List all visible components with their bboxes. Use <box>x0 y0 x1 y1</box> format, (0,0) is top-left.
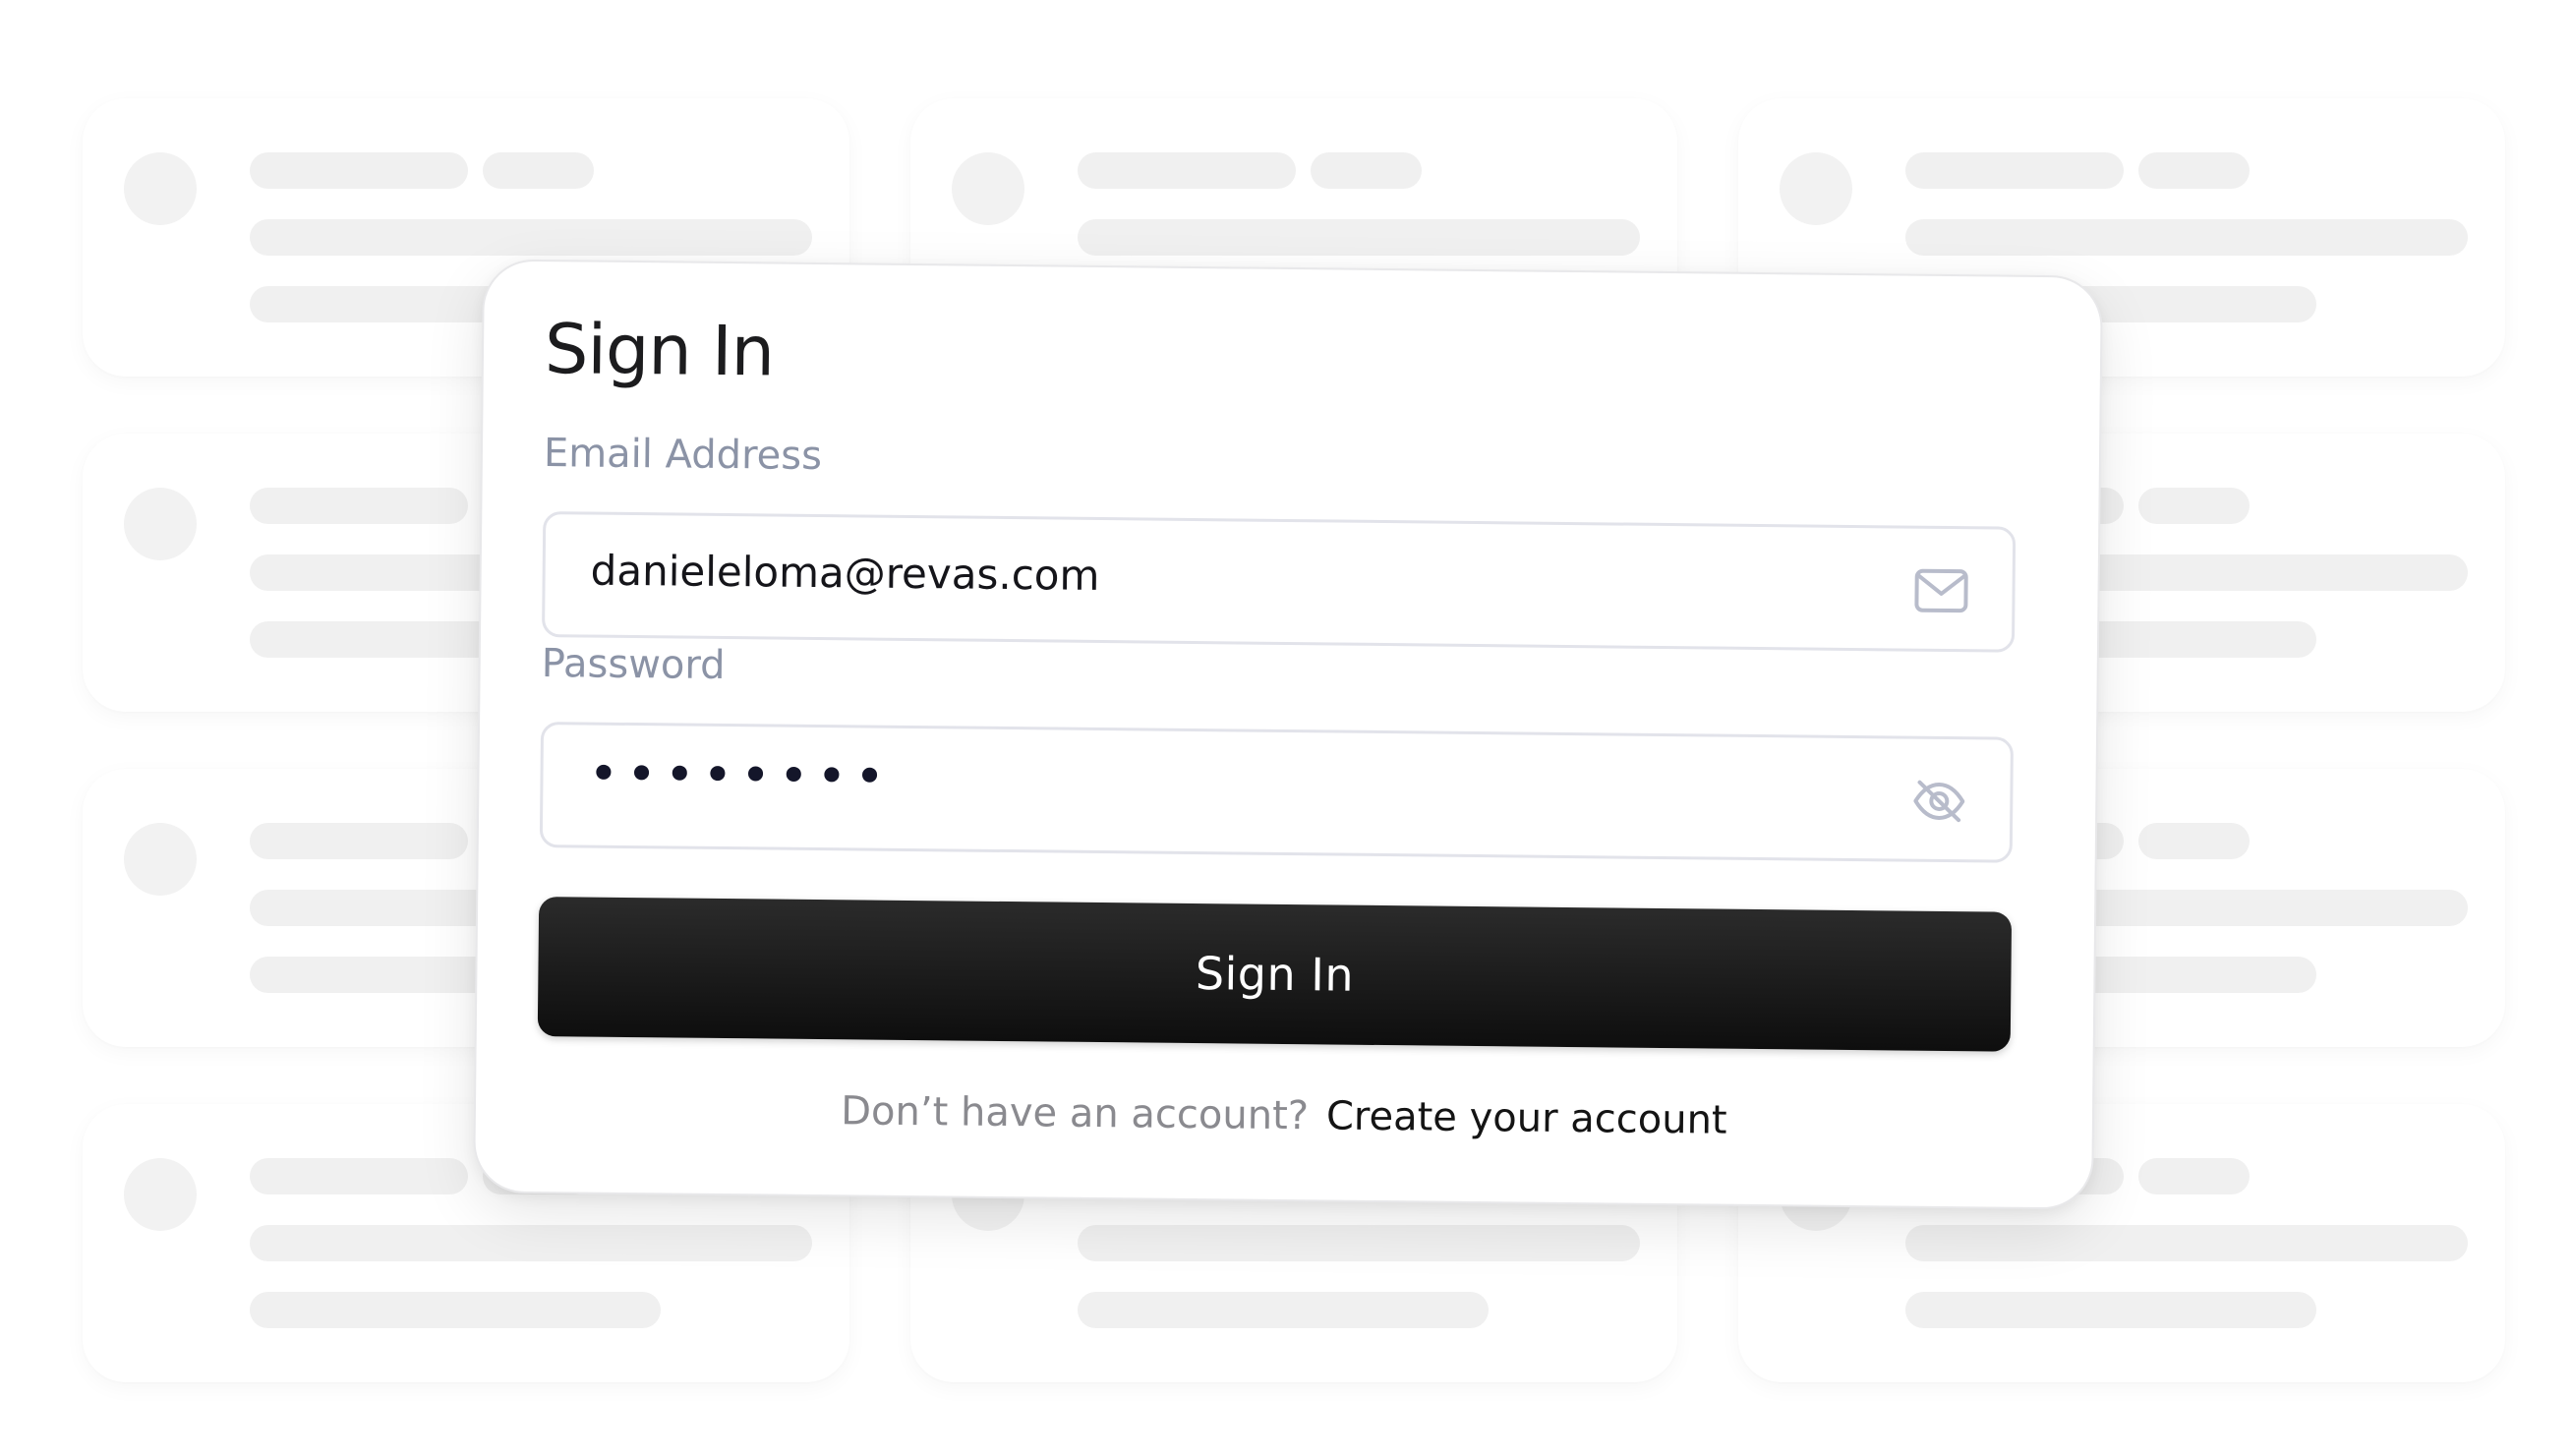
email-field[interactable]: danieleloma@revas.com <box>541 511 2017 653</box>
password-label: Password <box>541 641 726 689</box>
page: Sign In Email Address danieleloma@revas.… <box>0 0 2572 1456</box>
skeleton-avatar <box>124 1158 197 1231</box>
skeleton-avatar <box>952 152 1024 225</box>
signin-card: Sign In Email Address danieleloma@revas.… <box>473 259 2103 1210</box>
page-title: Sign In <box>544 309 775 392</box>
skeleton-line <box>2138 823 2250 859</box>
eye-off-icon[interactable] <box>1911 777 1967 827</box>
skeleton-line <box>1905 152 2124 189</box>
create-account-link[interactable]: Create your account <box>1326 1093 1727 1142</box>
skeleton-line <box>250 219 812 256</box>
skeleton-avatar <box>124 488 197 560</box>
signup-prompt: Don’t have an account? Create your accoun… <box>476 1084 2092 1146</box>
skeleton-avatar <box>124 152 197 225</box>
skeleton-line <box>250 823 468 859</box>
signup-prompt-text: Don’t have an account? <box>841 1088 1310 1139</box>
skeleton-line <box>250 1158 468 1194</box>
skeleton-line <box>1311 152 1422 189</box>
skeleton-line <box>1078 219 1640 256</box>
skeleton-line <box>1905 1292 2316 1328</box>
skeleton-line <box>250 1225 812 1261</box>
password-field[interactable]: •••••••• <box>539 722 2015 863</box>
mail-icon <box>1913 566 1969 616</box>
email-label: Email Address <box>543 431 823 480</box>
skeleton-line <box>1078 1292 1489 1328</box>
skeleton-line <box>250 488 468 524</box>
skeleton-line <box>250 1292 661 1328</box>
sign-in-button-label: Sign In <box>1195 947 1355 1002</box>
skeleton-avatar <box>1780 152 1852 225</box>
skeleton-line <box>2138 152 2250 189</box>
skeleton-line <box>1078 152 1296 189</box>
skeleton-line <box>2138 1158 2250 1194</box>
skeleton-line <box>1078 1225 1640 1261</box>
email-value[interactable]: danieleloma@revas.com <box>590 547 1099 600</box>
skeleton-avatar <box>124 823 197 896</box>
password-value[interactable]: •••••••• <box>588 745 893 807</box>
skeleton-line <box>2138 488 2250 524</box>
sign-in-button[interactable]: Sign In <box>537 897 2013 1052</box>
skeleton-line <box>250 152 468 189</box>
skeleton-line <box>1905 1225 2468 1261</box>
skeleton-line <box>1905 219 2468 256</box>
skeleton-line <box>483 152 594 189</box>
